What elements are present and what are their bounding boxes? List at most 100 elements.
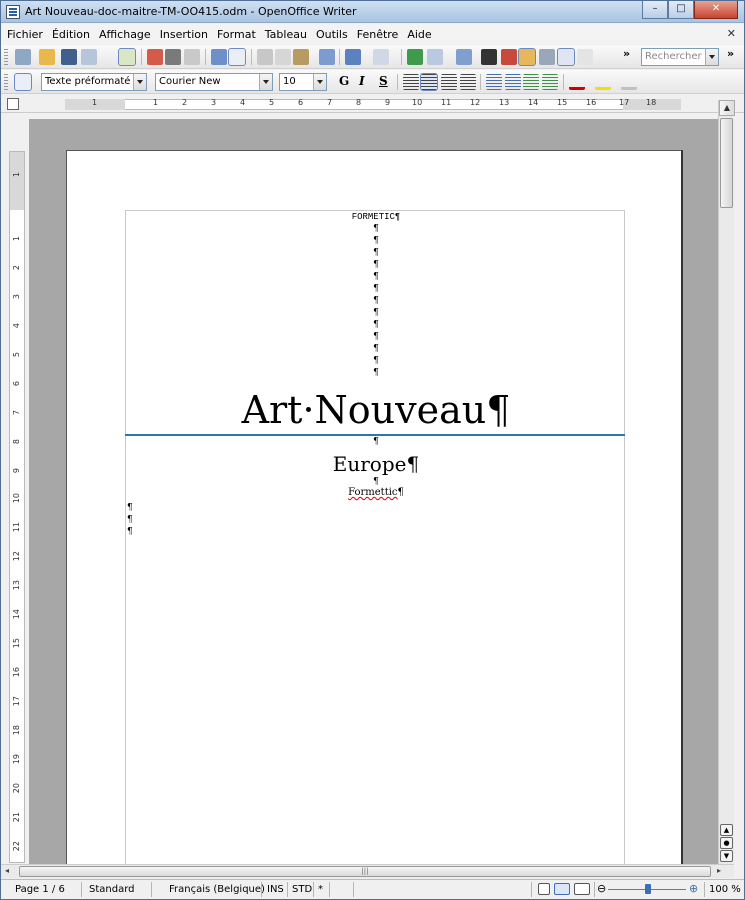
menu-affichage[interactable]: Affichage [99,28,151,41]
empty-paragraph-mark[interactable]: ¶ [126,436,626,448]
menu-format[interactable]: Format [217,28,256,41]
document-title[interactable]: Art·Nouveau¶ [126,387,626,433]
highlight-icon[interactable] [595,74,611,90]
search-dropdown-icon[interactable] [705,49,718,65]
vertical-scrollbar[interactable]: ▲ ▲ ● ▼ [718,100,735,864]
scroll-up-icon[interactable]: ▲ [719,100,735,116]
empty-paragraph-mark[interactable]: ¶ [126,295,626,307]
zoom-out-icon[interactable]: ⊖ [597,882,606,895]
empty-paragraph-mark[interactable]: ¶ [127,514,133,526]
empty-paragraph-mark[interactable]: ¶ [126,259,626,271]
increase-indent-icon[interactable] [542,74,558,90]
empty-paragraph-mark[interactable]: ¶ [126,307,626,319]
styles-formatting-icon[interactable] [14,73,32,91]
data-sources-icon[interactable] [539,49,555,65]
empty-paragraph-mark[interactable]: ¶ [127,526,133,538]
document-page[interactable]: FORMETIC¶ ¶ ¶ ¶ ¶ ¶ ¶ ¶ ¶ ¶ ¶ ¶ ¶ ¶ Art·… [66,150,683,864]
empty-paragraph-mark[interactable]: ¶ [126,283,626,295]
vertical-ruler[interactable]: 1 1 2 3 4 5 6 7 8 9 10 11 12 13 14 15 16… [9,151,25,863]
bold-button[interactable]: G [339,74,349,88]
book-view-icon[interactable] [574,883,590,895]
clone-formatting-icon[interactable] [319,49,335,65]
background-color-icon[interactable] [621,74,637,90]
toolbar-grip[interactable] [4,49,8,65]
paragraph-style-select[interactable]: Texte préformaté [41,73,147,91]
horizontal-scrollbar[interactable]: ◂ ||| ▸ [1,864,734,878]
tab-stop-selector-icon[interactable] [7,98,19,110]
document-subtitle[interactable]: Europe¶ [126,451,626,477]
navigation-icon[interactable]: ● [720,837,733,849]
empty-paragraph-mark[interactable]: ¶ [126,331,626,343]
empty-paragraph-mark[interactable]: ¶ [126,235,626,247]
decrease-indent-icon[interactable] [523,74,539,90]
copy-icon[interactable] [275,49,291,65]
print-icon[interactable] [165,49,181,65]
horizontal-scroll-thumb[interactable]: ||| [19,866,711,877]
underline-button[interactable]: S [379,74,388,88]
empty-paragraph-mark[interactable]: ¶ [126,367,626,379]
scroll-right-icon[interactable]: ▸ [717,866,721,875]
redo-icon[interactable] [373,49,389,65]
toolbar-overflow-icon[interactable]: » [623,47,630,60]
zoom-icon[interactable] [577,49,593,65]
navigator-icon[interactable] [501,49,517,65]
auto-spellcheck-icon[interactable] [228,48,246,66]
page-style[interactable]: Standard [89,884,135,895]
menu-outils[interactable]: Outils [316,28,348,41]
paste-icon[interactable] [293,49,309,65]
empty-paragraph-mark[interactable]: ¶ [126,319,626,331]
bullets-icon[interactable] [505,74,521,90]
language-indicator[interactable]: Français (Belgique) [169,884,265,895]
paragraph-style-dropdown-icon[interactable] [133,74,146,90]
zoom-slider-handle[interactable] [645,884,651,894]
empty-paragraph-mark[interactable]: ¶ [126,247,626,259]
menu-insertion[interactable]: Insertion [160,28,208,41]
insert-mode[interactable]: INS [267,884,284,895]
maximize-button[interactable]: □ [668,1,694,19]
hyperlink-icon[interactable] [407,49,423,65]
find-replace-icon[interactable] [481,49,497,65]
font-name-dropdown-icon[interactable] [259,74,272,90]
italic-button[interactable]: I [359,74,365,88]
align-right-icon[interactable] [441,74,457,90]
close-button[interactable]: ✕ [694,1,738,19]
zoom-level[interactable]: 100 % [709,884,741,895]
new-document-icon[interactable] [15,49,31,65]
empty-paragraph-mark[interactable]: ¶ [126,343,626,355]
minimize-button[interactable]: – [642,1,668,19]
close-document-icon[interactable]: ✕ [727,27,736,40]
undo-icon[interactable] [345,49,361,65]
writer-app-icon[interactable] [6,5,20,19]
empty-paragraph-mark[interactable]: ¶ [127,502,133,514]
numbering-icon[interactable] [486,74,502,90]
next-page-icon[interactable]: ▼ [720,850,733,862]
misspelled-word[interactable]: Formettic [348,487,397,498]
empty-paragraph-mark[interactable]: ¶ [126,355,626,367]
align-center-icon[interactable] [420,73,438,91]
draw-functions-icon[interactable] [456,49,472,65]
font-name-select[interactable]: Courier New [155,73,273,91]
header-text[interactable]: FORMETIC¶ [126,211,626,223]
page-indicator[interactable]: Page 1 / 6 [15,884,65,895]
title-bar[interactable]: Art Nouveau-doc-maitre-TM-OO415.odm - Op… [1,1,744,23]
export-pdf-icon[interactable] [147,49,163,65]
edit-mode-icon[interactable] [118,48,136,66]
author-line[interactable]: Formettic¶ [126,486,626,500]
menu-tableau[interactable]: Tableau [265,28,307,41]
vertical-scroll-thumb[interactable] [720,118,733,208]
font-color-icon[interactable] [569,74,585,90]
previous-page-icon[interactable]: ▲ [720,824,733,836]
toolbar-grip[interactable] [4,74,8,90]
single-page-view-icon[interactable] [538,883,550,895]
empty-paragraph-mark[interactable]: ¶ [126,271,626,283]
font-size-dropdown-icon[interactable] [313,74,326,90]
zoom-in-icon[interactable]: ⊕ [689,882,698,895]
menu-edition[interactable]: Édition [52,28,90,41]
align-left-icon[interactable] [403,74,419,90]
selection-mode[interactable]: STD [292,884,312,895]
document-canvas[interactable]: FORMETIC¶ ¶ ¶ ¶ ¶ ¶ ¶ ¶ ¶ ¶ ¶ ¶ ¶ ¶ Art·… [29,119,718,864]
table-icon[interactable] [427,49,443,65]
scroll-left-icon[interactable]: ◂ [5,866,9,875]
open-folder-icon[interactable] [39,49,55,65]
justify-icon[interactable] [460,74,476,90]
